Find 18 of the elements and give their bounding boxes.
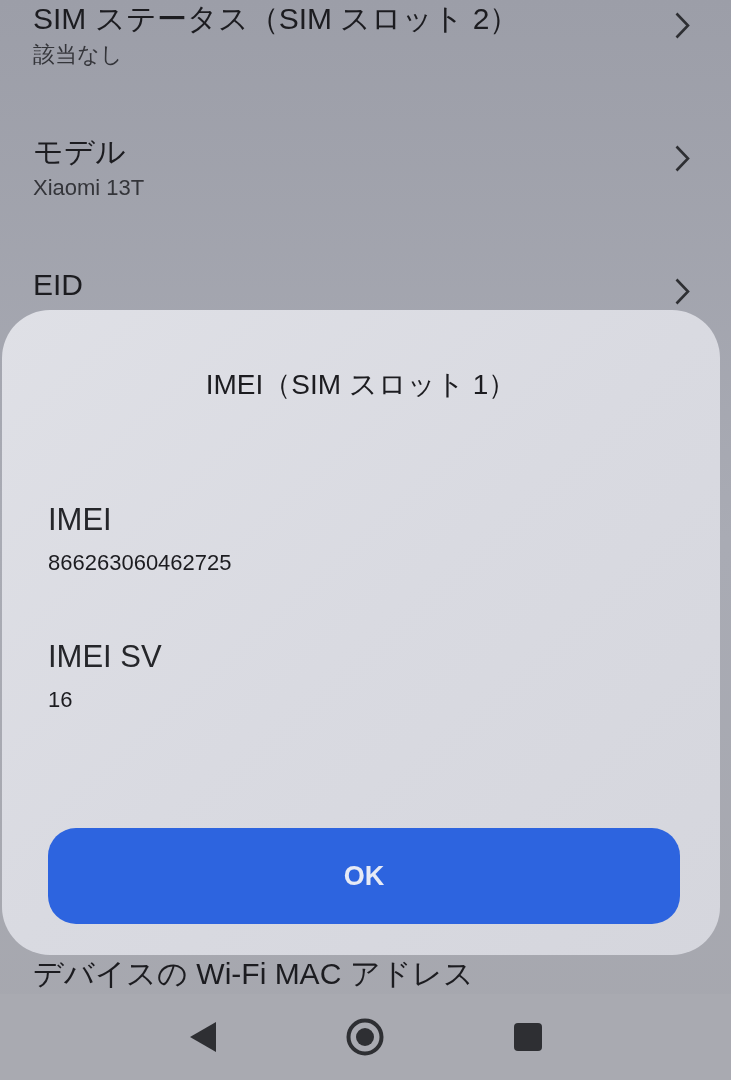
chevron-right-icon[interactable]: [675, 12, 690, 39]
back-icon[interactable]: [189, 1022, 216, 1052]
field-value: 866263060462725: [48, 549, 232, 577]
chevron-right-icon[interactable]: [675, 145, 690, 172]
setting-title: SIM ステータス（SIM スロット 2）: [33, 1, 520, 37]
setting-value: Xiaomi 13T: [33, 174, 145, 202]
field-label: IMEI SV: [48, 638, 162, 676]
recents-icon[interactable]: [513, 1023, 542, 1051]
setting-value: 該当なし: [33, 41, 123, 69]
setting-title: モデル: [33, 134, 126, 170]
field-label: IMEI: [48, 501, 112, 539]
setting-title: EID: [33, 267, 83, 303]
ok-button[interactable]: OK: [48, 828, 680, 924]
dialog-title: IMEI（SIM スロット 1）: [205, 368, 517, 402]
field-value: 16: [48, 686, 73, 714]
setting-title: デバイスの Wi-Fi MAC アドレス: [33, 956, 474, 992]
chevron-right-icon[interactable]: [675, 278, 690, 305]
home-icon[interactable]: [345, 1018, 384, 1056]
